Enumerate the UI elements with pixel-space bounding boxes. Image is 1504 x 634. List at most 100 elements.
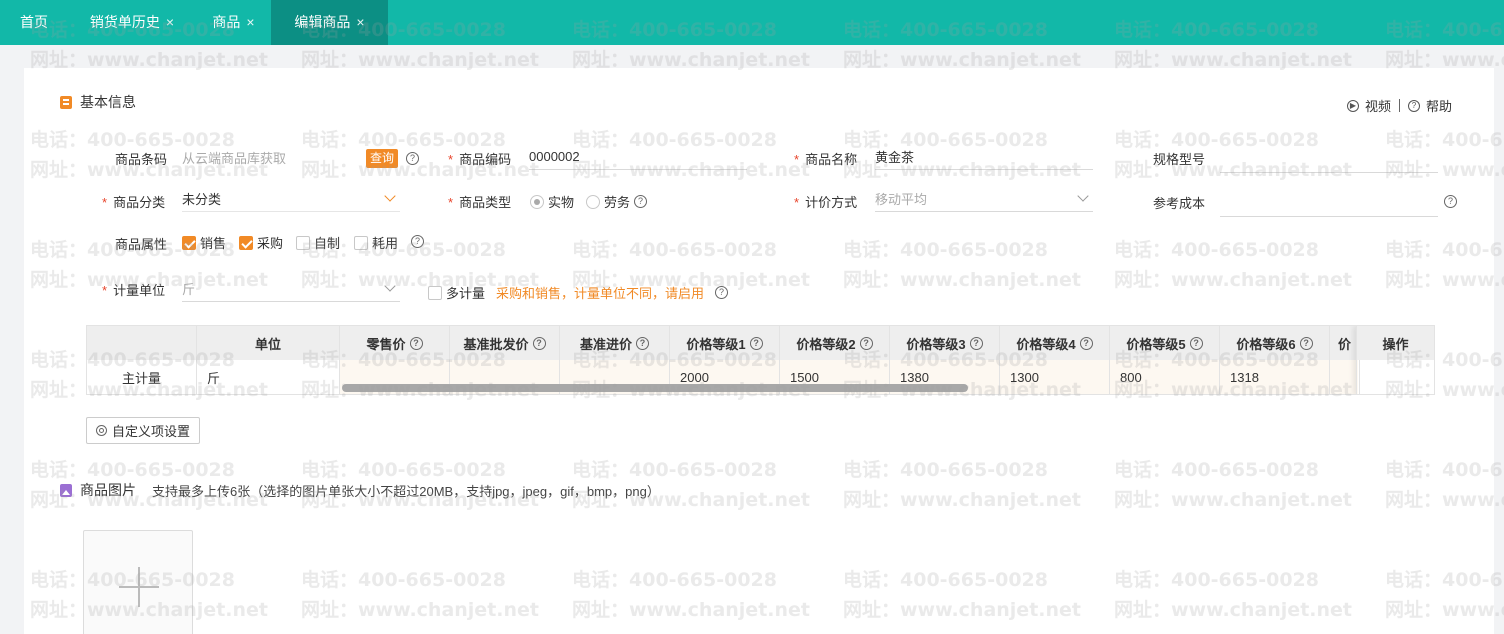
ops-column: 操作 xyxy=(1356,326,1434,394)
spec-label: 规格型号 xyxy=(1153,152,1206,167)
attr-self-made[interactable]: 自制 xyxy=(296,233,340,252)
column-header-label: 价格等级1 xyxy=(686,336,746,352)
pricing-label: * 计价方式 xyxy=(794,195,858,210)
column-header-label: 价格等级3 xyxy=(906,336,966,352)
multi-unit-help-icon[interactable]: ? xyxy=(715,286,728,299)
table-cell[interactable]: 1318 xyxy=(1220,360,1330,394)
divider xyxy=(1398,99,1400,112)
help-icon[interactable]: ? xyxy=(969,336,983,350)
column-header-label: 零售价 xyxy=(366,336,406,352)
attr-consume[interactable]: 耗用 xyxy=(354,233,398,252)
tab-bar: 首页 销货单历史 × 商品 × 编辑商品 × xyxy=(0,0,1504,45)
gear-icon xyxy=(96,425,107,436)
type-option-service[interactable]: 劳务 ? xyxy=(586,192,648,211)
barcode-placeholder: 从云端商品库获取 xyxy=(182,150,287,166)
help-icon[interactable]: ? xyxy=(1079,336,1093,350)
custom-fields-button[interactable]: 自定义项设置 xyxy=(86,417,201,444)
custom-fields-label: 自定义项设置 xyxy=(112,424,191,439)
type-help-icon[interactable]: ? xyxy=(634,195,648,208)
attrs-help-icon[interactable]: ? xyxy=(411,235,424,248)
tab-0[interactable]: 首页 xyxy=(0,0,68,45)
column-header-6: 价格等级2? xyxy=(780,326,890,360)
unit-value: 斤 xyxy=(182,282,196,297)
close-icon[interactable]: × xyxy=(166,0,174,45)
tab-1[interactable]: 销货单历史 × xyxy=(68,0,196,45)
barcode-help-icon[interactable]: ? xyxy=(406,152,419,165)
code-label: * 商品编码 xyxy=(448,152,512,167)
attr-purchase[interactable]: 采购 xyxy=(239,233,283,252)
tab-label: 销货单历史 xyxy=(89,14,160,30)
edit-product-page: 基本信息 ▶ 视频 ? 帮助 商品条码 从云端商品库获取 查询 ? * 商品编码 … xyxy=(24,68,1494,634)
column-header-0 xyxy=(87,326,197,360)
close-icon[interactable]: × xyxy=(246,0,254,45)
tab-2[interactable]: 商品 × xyxy=(196,0,271,45)
column-header-4: 基准进价? xyxy=(560,326,670,360)
tab-label: 首页 xyxy=(20,14,48,30)
help-icon[interactable]: ? xyxy=(1299,336,1313,350)
name-input[interactable]: 黄金茶 xyxy=(875,144,1093,170)
image-icon xyxy=(60,483,72,497)
category-label: * 商品分类 xyxy=(102,195,166,210)
attr-purchase-label: 采购 xyxy=(257,236,284,251)
category-select[interactable]: 未分类 xyxy=(182,186,400,212)
multi-unit-toggle[interactable]: 多计量 xyxy=(428,283,485,302)
ref-cost-input[interactable] xyxy=(1220,191,1438,217)
column-header-8: 价格等级4? xyxy=(1000,326,1110,360)
radio-icon xyxy=(586,194,600,209)
close-icon[interactable]: × xyxy=(356,0,364,45)
checkbox-icon xyxy=(296,235,310,250)
help-icon[interactable]: ? xyxy=(532,336,546,350)
image-upload-button[interactable] xyxy=(83,530,193,634)
tab-3[interactable]: 编辑商品 × xyxy=(271,0,388,45)
type-option-physical-label: 实物 xyxy=(548,195,575,210)
radio-selected-icon xyxy=(530,194,544,209)
column-header-label: 价 xyxy=(1337,336,1351,352)
column-header-label: 价格等级5 xyxy=(1126,336,1186,352)
attr-sales[interactable]: 销售 xyxy=(182,233,226,252)
ref-cost-help-icon[interactable]: ? xyxy=(1444,195,1457,208)
horizontal-scrollbar[interactable] xyxy=(342,384,968,392)
unit-select[interactable]: 斤 xyxy=(182,276,400,302)
code-input[interactable]: 0000002 xyxy=(529,144,747,170)
help-icon[interactable]: ? xyxy=(409,336,423,350)
table-cell[interactable]: 800 xyxy=(1110,360,1220,394)
images-hint: 支持最多上传6张（选择的图片单张大小不超过20MB，支持jpg，jpeg，gif… xyxy=(152,483,660,499)
multi-unit-label: 多计量 xyxy=(446,286,486,301)
multi-unit-hint: 采购和销售，计量单位不同，请启用 xyxy=(496,286,705,301)
barcode-label: 商品条码 xyxy=(115,152,168,167)
help-link[interactable]: 帮助 xyxy=(1426,96,1452,115)
column-header-2: 零售价? xyxy=(340,326,450,360)
type-option-service-label: 劳务 xyxy=(604,195,631,210)
column-header-3: 基准批发价? xyxy=(450,326,560,360)
video-link[interactable]: 视频 xyxy=(1365,96,1391,115)
pricing-select[interactable]: 移动平均 xyxy=(875,186,1093,212)
unit-label: * 计量单位 xyxy=(102,283,166,298)
help-icon[interactable]: ? xyxy=(1189,336,1203,350)
plus-icon-stroke xyxy=(138,567,140,607)
code-value: 0000002 xyxy=(529,149,580,164)
column-header-label: 基准批发价 xyxy=(463,336,529,352)
chevron-down-icon xyxy=(1077,190,1089,202)
column-header-label: 价格等级6 xyxy=(1236,336,1296,352)
column-header-5: 价格等级1? xyxy=(670,326,780,360)
price-table-header: 单位 零售价? 基准批发价? 基准进价? 价格等级1? 价格等级2? 价格等级3? 价格等级4… xyxy=(87,326,1434,360)
table-cell[interactable]: 1300 xyxy=(1000,360,1110,394)
column-header-7: 价格等级3? xyxy=(890,326,1000,360)
table-cell: 主计量 xyxy=(87,360,197,394)
column-header-label: 单位 xyxy=(254,336,281,352)
chevron-down-icon xyxy=(384,280,396,292)
column-header-label: 价格等级4 xyxy=(1016,336,1076,352)
basic-info-header: 基本信息 xyxy=(60,92,136,112)
ref-cost-label: 参考成本 xyxy=(1153,196,1206,211)
column-header-label: 价格等级2 xyxy=(796,336,856,352)
images-title: 商品图片 xyxy=(80,482,136,498)
help-links: ▶ 视频 ? 帮助 xyxy=(1346,96,1452,115)
help-icon[interactable]: ? xyxy=(636,336,649,350)
price-table: 单位 零售价? 基准批发价? 基准进价? 价格等级1? 价格等级2? 价格等级3? 价格等级4… xyxy=(86,325,1435,395)
help-icon[interactable]: ? xyxy=(859,336,873,350)
help-icon[interactable]: ? xyxy=(749,336,763,350)
type-option-physical[interactable]: 实物 xyxy=(530,192,574,211)
query-button[interactable]: 查询 xyxy=(366,149,399,168)
spec-input[interactable] xyxy=(1220,147,1438,173)
tab-label: 编辑商品 xyxy=(294,14,351,30)
